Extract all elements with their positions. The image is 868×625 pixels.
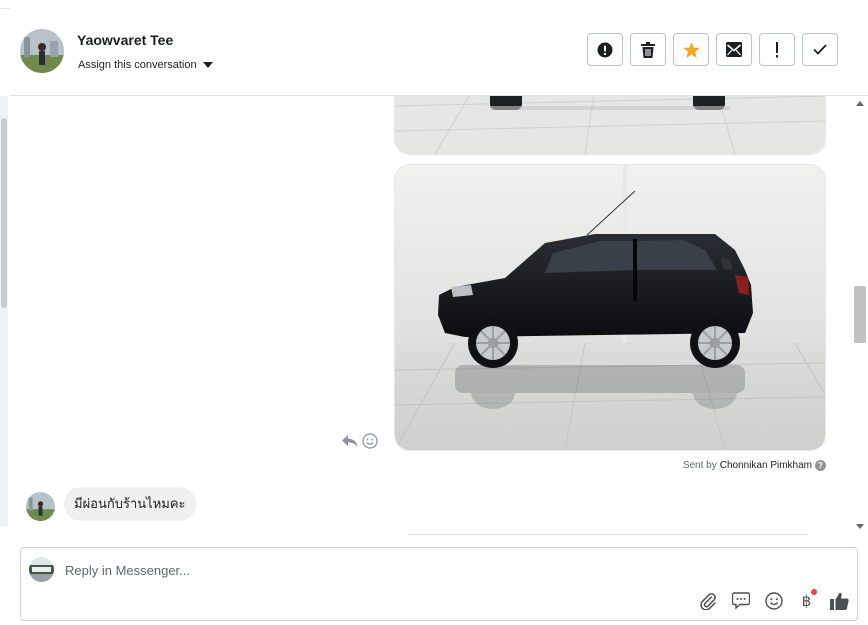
composer-tools: ฿ [697,589,850,611]
scroll-up-arrow-icon[interactable] [856,101,864,106]
paperclip-icon [699,592,716,610]
help-icon[interactable]: ? [815,460,826,471]
payment-button[interactable]: ฿ [796,589,817,611]
follow-up-button[interactable] [759,33,795,66]
mark-done-button[interactable] [802,33,838,66]
thread-scrollbar[interactable] [852,96,868,536]
assign-conversation-dropdown[interactable]: Assign this conversation [78,59,213,71]
saved-reply-icon [731,592,750,609]
exclamation-circle-icon [597,42,613,57]
like-icon [830,592,849,610]
contact-name[interactable]: Yaowvaret Tee [77,32,173,48]
reply-icon[interactable] [342,434,358,448]
assign-label: Assign this conversation [78,59,197,71]
scroll-down-arrow-icon[interactable] [856,524,864,529]
reply-input[interactable] [65,560,665,580]
left-scrollbar[interactable] [0,96,8,526]
message-tools [342,433,378,449]
conversation-actions [587,33,838,66]
contact-avatar[interactable] [20,29,64,73]
mark-unread-button[interactable] [716,33,752,66]
sent-by-label: Sent by Chonnikan Pimkham ? [683,460,826,471]
check-icon [813,44,827,55]
baht-payment-icon: ฿ [801,591,812,610]
thread-divider [408,534,808,535]
star-button[interactable] [673,33,709,66]
sent-by-name[interactable]: Chonnikan Pimkham [720,460,812,471]
delete-button[interactable] [630,33,666,66]
message-thread[interactable]: Sent by Chonnikan Pimkham ? มีผ่อนกับร้า… [8,96,852,536]
car-photo-attachment[interactable] [394,96,826,155]
mark-spam-button[interactable] [587,33,623,66]
envelope-icon [726,42,742,57]
emoji-icon [764,591,783,610]
trash-icon [641,41,655,58]
sent-by-prefix: Sent by [682,460,717,471]
scrollbar-thumb[interactable] [854,286,866,343]
conversation-header: Yaowvaret Tee Assign this conversation [10,8,868,96]
exclamation-icon [776,41,778,57]
car-photo-attachment[interactable] [394,164,826,451]
saved-replies-button[interactable] [730,590,751,611]
attach-file-button[interactable] [697,590,718,611]
incoming-message-bubble[interactable]: มีผ่อนกับร้านไหมคะ [64,487,196,521]
reply-composer: ฿ [20,547,858,621]
caret-down-icon [202,62,213,68]
page-avatar [29,557,54,582]
emoji-reaction-icon[interactable] [362,433,378,449]
contact-avatar-small[interactable] [26,492,55,521]
notification-dot [811,589,817,595]
like-button[interactable] [829,590,850,611]
star-icon [682,41,700,58]
emoji-button[interactable] [763,590,784,611]
left-scrollbar-thumb[interactable] [1,118,7,308]
